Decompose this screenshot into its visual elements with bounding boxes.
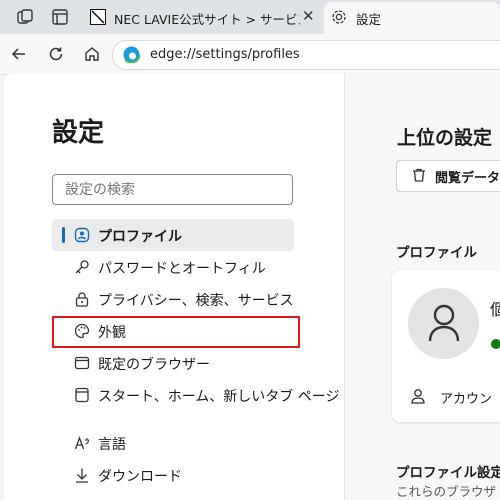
sidebar-item-label: スタート、ホーム、新しいタブ ページ bbox=[98, 389, 340, 405]
tab-title: 設定 bbox=[356, 12, 382, 27]
sync-check-icon bbox=[491, 339, 500, 349]
avatar bbox=[408, 288, 479, 359]
home-page-icon bbox=[74, 387, 90, 403]
tab-settings[interactable]: 設定 bbox=[324, 2, 500, 34]
sidebar-item-passwords[interactable]: パスワードとオートフィル bbox=[52, 251, 294, 283]
sidebar-item-label: パスワードとオートフィル bbox=[98, 261, 266, 277]
person-icon bbox=[427, 304, 461, 342]
sidebar-item-label: プライバシー、検索、サービス bbox=[98, 293, 294, 309]
language-icon bbox=[74, 435, 90, 451]
top-settings-heading: 上位の設定 bbox=[397, 127, 493, 149]
browser-icon bbox=[74, 355, 90, 371]
edge-logo-icon bbox=[123, 46, 140, 63]
workspaces-icon[interactable] bbox=[16, 8, 34, 26]
sidebar-item-label: プロファイル bbox=[98, 229, 182, 245]
address-text: edge://settings/profiles bbox=[150, 47, 300, 62]
key-icon bbox=[74, 259, 90, 275]
refresh-icon[interactable] bbox=[47, 45, 65, 63]
profile-card: 個 アカウン bbox=[392, 270, 500, 422]
profile-name: 個 bbox=[490, 300, 500, 319]
close-tab-icon[interactable]: ✕ bbox=[302, 7, 315, 25]
sidebar-item-label: ダウンロード bbox=[98, 469, 182, 485]
profile-settings-desc: これらのブラウザ bbox=[396, 484, 497, 499]
sidebar-item-language[interactable]: 言語 bbox=[52, 427, 294, 459]
tab-title: NEC LAVIE公式サイト > サービス&サ bbox=[114, 12, 300, 27]
profile-icon bbox=[74, 227, 90, 243]
sidebar-item-profiles[interactable]: プロファイル bbox=[52, 219, 294, 251]
clear-browsing-data-button[interactable]: 閲覧データ bbox=[396, 160, 500, 192]
sidebar-item-default-browser[interactable]: 既定のブラウザー bbox=[52, 347, 294, 379]
account-icon bbox=[410, 388, 426, 404]
button-label: 閲覧データ bbox=[435, 171, 500, 186]
account-label[interactable]: アカウン bbox=[440, 388, 492, 407]
gear-icon bbox=[330, 8, 348, 26]
site-favicon-icon bbox=[90, 9, 106, 25]
profile-settings-heading: プロファイル設定 bbox=[396, 465, 500, 481]
sidebar-item-start-home-newtab[interactable]: スタート、ホーム、新しいタブ ページ bbox=[52, 379, 344, 411]
back-icon[interactable] bbox=[10, 45, 28, 63]
profiles-heading: プロファイル bbox=[396, 245, 477, 261]
page-title: 設定 bbox=[52, 118, 105, 148]
sidebar-item-downloads[interactable]: ダウンロード bbox=[52, 459, 294, 491]
search-input[interactable] bbox=[52, 174, 293, 205]
download-icon bbox=[74, 467, 90, 483]
home-icon[interactable] bbox=[83, 45, 101, 63]
trash-icon bbox=[411, 167, 427, 183]
tab-nec-lavie[interactable]: NEC LAVIE公式サイト > サービス&サ ✕ bbox=[80, 0, 324, 34]
address-bar[interactable]: edge://settings/profiles bbox=[112, 40, 500, 70]
sidebar-item-label: 言語 bbox=[98, 437, 126, 453]
highlight-box bbox=[52, 316, 300, 348]
sidebar-item-privacy[interactable]: プライバシー、検索、サービス bbox=[52, 283, 294, 315]
sidebar-item-label: 既定のブラウザー bbox=[98, 357, 210, 373]
lock-icon bbox=[74, 291, 90, 307]
vertical-tabs-icon[interactable] bbox=[51, 8, 69, 26]
